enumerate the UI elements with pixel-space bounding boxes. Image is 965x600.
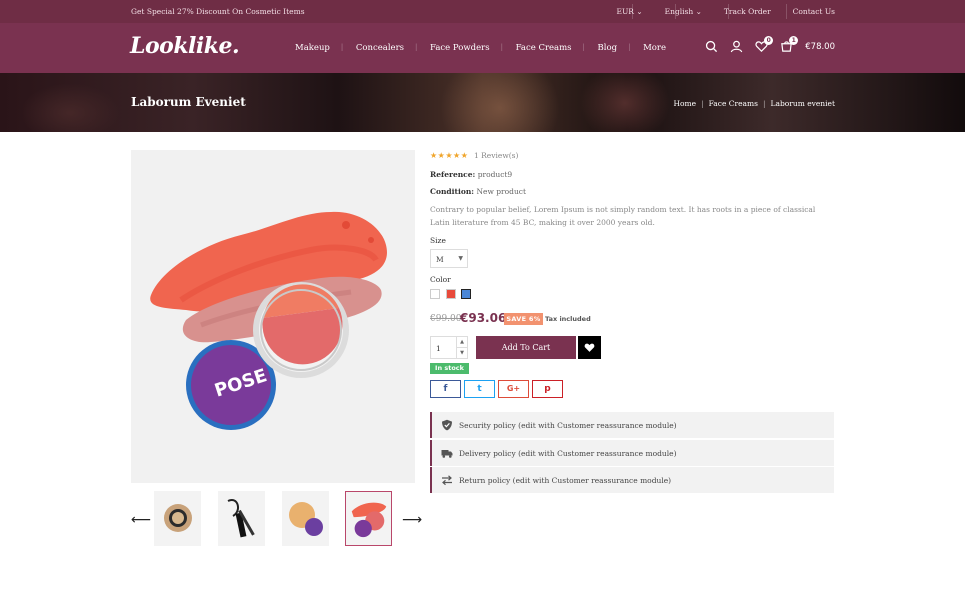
wishlist-button[interactable] <box>578 336 601 359</box>
quantity-steps: ▲ ▼ <box>456 337 467 358</box>
nav-item-blog[interactable]: Blog <box>583 43 631 53</box>
condition-label: Condition: <box>430 187 475 196</box>
header-icons: 0 1 €78.00 <box>705 36 835 53</box>
return-policy-row: Return policy (edit with Customer reassu… <box>430 467 834 493</box>
size-value: M <box>436 255 444 264</box>
thumb-next-arrow[interactable]: ⟶ <box>402 512 422 528</box>
twitter-icon[interactable]: t <box>464 380 495 398</box>
reviews-count[interactable]: 1 Review(s) <box>474 151 518 160</box>
size-label: Size <box>430 236 446 245</box>
delivery-policy-row: Delivery policy (edit with Customer reas… <box>430 440 834 466</box>
quantity-stepper[interactable]: 1 ▲ ▼ <box>430 336 468 359</box>
condition-value: New product <box>476 187 527 196</box>
color-swatch-red[interactable] <box>446 289 456 299</box>
nav-item-face-creams[interactable]: Face Creams <box>501 43 585 53</box>
cart-total[interactable]: €78.00 <box>805 42 835 52</box>
promo-text: Get Special 27% Discount On Cosmetic Ite… <box>131 7 305 16</box>
divider <box>786 4 787 19</box>
divider <box>728 4 729 19</box>
track-order-link[interactable]: Track Order <box>724 7 771 16</box>
shield-icon <box>442 419 452 431</box>
heart-icon[interactable]: 0 <box>755 36 774 53</box>
main-header: Looklike. Makeup Concealers Face Powders… <box>0 23 965 73</box>
facebook-icon[interactable]: f <box>430 380 461 398</box>
product-description: Contrary to popular belief, Lorem Ipsum … <box>430 205 816 227</box>
top-bar: Get Special 27% Discount On Cosmetic Ite… <box>0 0 965 23</box>
chevron-down-icon: ▼ <box>458 255 463 262</box>
divider <box>632 4 633 19</box>
search-icon[interactable] <box>705 40 718 53</box>
heart-icon <box>584 343 595 352</box>
thumbnail-loose-powder[interactable] <box>282 491 329 546</box>
reference-value: product9 <box>477 170 513 179</box>
security-policy-text: Security policy (edit with Customer reas… <box>459 421 677 430</box>
truck-icon <box>441 450 453 458</box>
nav-item-concealers[interactable]: Concealers <box>341 43 417 53</box>
contact-link[interactable]: Contact Us <box>793 7 835 16</box>
size-select[interactable]: M ▼ <box>430 249 468 268</box>
delivery-policy-text: Delivery policy (edit with Customer reas… <box>459 449 677 458</box>
reference-row: Reference: product9 <box>430 170 512 179</box>
return-policy-text: Return policy (edit with Customer reassu… <box>459 476 672 485</box>
top-bar-links: EUR ⌄ English ⌄ Track Order Contact Us <box>617 7 835 16</box>
quantity-value: 1 <box>436 344 441 353</box>
quantity-increase-button[interactable]: ▲ <box>457 337 467 348</box>
thumbnail-blush-pose[interactable] <box>345 491 392 546</box>
quantity-decrease-button[interactable]: ▼ <box>457 348 467 359</box>
add-to-cart-button[interactable]: Add To Cart <box>476 336 576 359</box>
thumb-prev-arrow[interactable]: ⟵ <box>131 512 151 528</box>
breadcrumb-separator: | <box>762 99 766 108</box>
banner-decoration <box>580 73 670 132</box>
product-main-image[interactable]: POSE <box>131 150 415 483</box>
exchange-icon <box>442 475 452 486</box>
language-selector[interactable]: English ⌄ <box>665 7 702 16</box>
color-swatch-white[interactable] <box>430 289 440 299</box>
current-price: €93.06 <box>460 311 507 325</box>
wishlist-count-badge: 0 <box>764 36 774 45</box>
condition-row: Condition: New product <box>430 187 526 196</box>
rating-stars: ★★★★★ <box>430 151 469 160</box>
breadcrumb-category[interactable]: Face Creams <box>709 99 758 108</box>
page-banner: Laborum Eveniet Home | Face Creams | Lab… <box>0 73 965 132</box>
main-nav: Makeup Concealers Face Powders Face Crea… <box>295 43 679 53</box>
google-plus-icon[interactable]: G+ <box>498 380 529 398</box>
nav-item-more[interactable]: More <box>628 43 679 53</box>
nav-item-makeup[interactable]: Makeup <box>295 43 343 53</box>
breadcrumb-separator: | <box>701 99 704 108</box>
stock-badge: In stock <box>430 363 469 374</box>
pinterest-icon[interactable]: p <box>532 380 563 398</box>
cart-icon[interactable]: 1 <box>780 36 799 53</box>
page-title: Laborum Eveniet <box>131 95 246 109</box>
currency-selector[interactable]: EUR ⌄ <box>617 7 643 16</box>
logo[interactable]: Looklike. <box>130 33 240 59</box>
breadcrumb-home[interactable]: Home <box>673 99 696 108</box>
nav-item-face-powders[interactable]: Face Powders <box>415 43 503 53</box>
banner-decoration <box>440 73 560 132</box>
thumbnail-compact-powder[interactable] <box>154 491 201 546</box>
color-label: Color <box>430 275 451 284</box>
tax-label: Tax included <box>545 315 591 323</box>
divider <box>675 4 676 19</box>
breadcrumb-current: Laborum eveniet <box>770 99 835 108</box>
security-policy-row: Security policy (edit with Customer reas… <box>430 412 834 438</box>
user-icon[interactable] <box>730 40 743 53</box>
banner-decoration <box>20 83 120 132</box>
thumbnail-eyeliner[interactable] <box>218 491 265 546</box>
breadcrumb: Home | Face Creams | Laborum eveniet <box>673 99 835 108</box>
color-swatch-blue[interactable] <box>461 289 471 299</box>
reference-label: Reference: <box>430 170 476 179</box>
cart-count-badge: 1 <box>789 36 799 45</box>
old-price: €99.00 <box>430 314 462 324</box>
save-badge: SAVE 6% <box>504 313 543 325</box>
